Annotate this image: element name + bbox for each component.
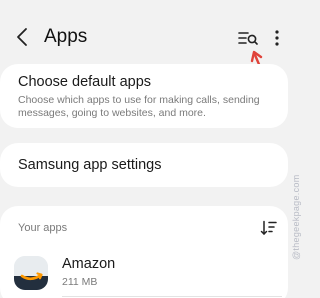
back-button[interactable]	[12, 24, 32, 50]
sort-icon	[260, 220, 277, 235]
your-apps-label: Your apps	[18, 222, 68, 234]
chevron-left-icon	[17, 28, 27, 46]
watermark: @thegeekpage.com	[291, 174, 301, 261]
choose-default-apps-title: Choose default apps	[18, 74, 152, 90]
choose-default-apps-description: Choose which apps to use for making call…	[18, 94, 260, 119]
samsung-app-settings-item[interactable]: Samsung app settings	[0, 143, 288, 187]
filter-search-button[interactable]	[236, 27, 260, 49]
your-apps-section: Your apps Amazon 211 MB	[0, 206, 288, 298]
filter-search-icon	[238, 32, 258, 45]
amazon-app-icon	[14, 256, 48, 290]
sort-button[interactable]	[258, 218, 280, 238]
app-name: Amazon	[62, 256, 116, 272]
page-title: Apps	[44, 26, 88, 47]
app-size: 211 MB	[62, 276, 98, 288]
app-list-item-amazon[interactable]: Amazon 211 MB	[0, 250, 288, 298]
divider	[62, 296, 282, 297]
samsung-app-settings-title: Samsung app settings	[18, 157, 162, 173]
more-options-button[interactable]	[270, 26, 284, 50]
more-vertical-icon	[275, 30, 279, 46]
choose-default-apps-item[interactable]: Choose default apps Choose which apps to…	[0, 64, 288, 128]
